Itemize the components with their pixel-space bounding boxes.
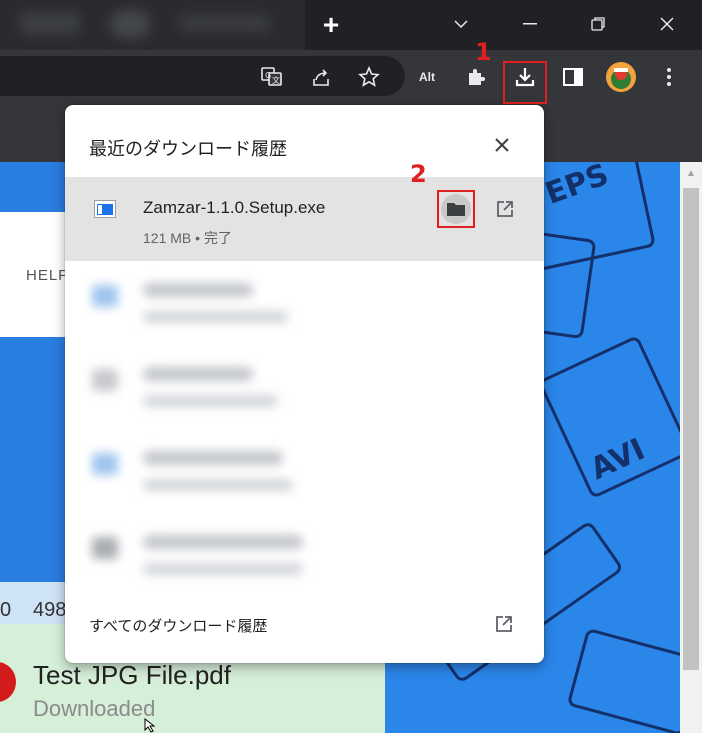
share-icon[interactable] <box>306 62 336 92</box>
download-filename: Zamzar-1.1.0.Setup.exe <box>143 198 326 217</box>
svg-text:G: G <box>265 71 271 80</box>
download-button-highlight <box>503 61 547 104</box>
profile-avatar[interactable] <box>605 61 637 93</box>
step-2-label: 2 <box>410 160 427 188</box>
folder-icon <box>441 194 471 224</box>
side-panel-icon[interactable] <box>558 62 588 92</box>
close-icon[interactable] <box>490 133 514 157</box>
download-bubble: 最近のダウンロード履歴 Zamzar-1.1.0.Setup.exe 121 M… <box>65 105 544 663</box>
blurred-tabs <box>0 0 305 50</box>
tab-strip: + <box>0 0 702 50</box>
bookmark-star-icon[interactable] <box>354 62 384 92</box>
help-link[interactable]: HELF <box>26 267 68 284</box>
open-external-icon[interactable] <box>492 196 518 222</box>
all-downloads-label: すべてのダウンロード履歴 <box>89 618 268 635</box>
close-window-icon[interactable] <box>653 10 681 38</box>
more-menu-icon[interactable] <box>654 62 684 92</box>
tab-search-icon[interactable] <box>447 10 475 38</box>
scrollbar[interactable]: ▲ <box>680 162 702 733</box>
download-item[interactable]: Zamzar-1.1.0.Setup.exe 121 MB • 完了 <box>65 177 544 261</box>
download-item-blurred[interactable] <box>65 261 544 343</box>
row-prefix: 0 <box>0 599 12 621</box>
file-status: Downloaded <box>33 696 156 721</box>
alt-extension-icon[interactable]: Alt <box>412 62 442 92</box>
minimize-icon[interactable] <box>516 10 544 38</box>
new-tab-button[interactable]: + <box>318 11 344 39</box>
extensions-icon[interactable] <box>461 62 491 92</box>
row-number: 498 <box>33 599 67 621</box>
download-meta: 121 MB • 完了 <box>143 230 232 246</box>
download-item-blurred[interactable] <box>65 345 544 427</box>
mouse-cursor-icon <box>144 718 156 733</box>
browser-toolbar: G文 Alt <box>0 50 702 104</box>
download-item-blurred[interactable] <box>65 513 544 595</box>
open-external-icon[interactable] <box>491 611 517 637</box>
all-downloads-row[interactable]: すべてのダウンロード履歴 <box>65 599 544 651</box>
step-1-label: 1 <box>475 38 492 66</box>
omnibox[interactable] <box>0 56 405 96</box>
file-title: Test JPG File.pdf <box>33 660 231 690</box>
restore-icon[interactable] <box>584 10 612 38</box>
translate-icon[interactable]: G文 <box>257 62 287 92</box>
show-in-folder-button[interactable] <box>437 190 475 228</box>
scroll-up-arrow-icon[interactable]: ▲ <box>680 168 702 184</box>
download-item-blurred[interactable] <box>65 429 544 511</box>
scroll-thumb[interactable] <box>683 188 699 670</box>
exe-file-icon <box>94 200 116 218</box>
svg-text:文: 文 <box>272 75 280 85</box>
download-bubble-title: 最近のダウンロード履歴 <box>89 139 287 159</box>
